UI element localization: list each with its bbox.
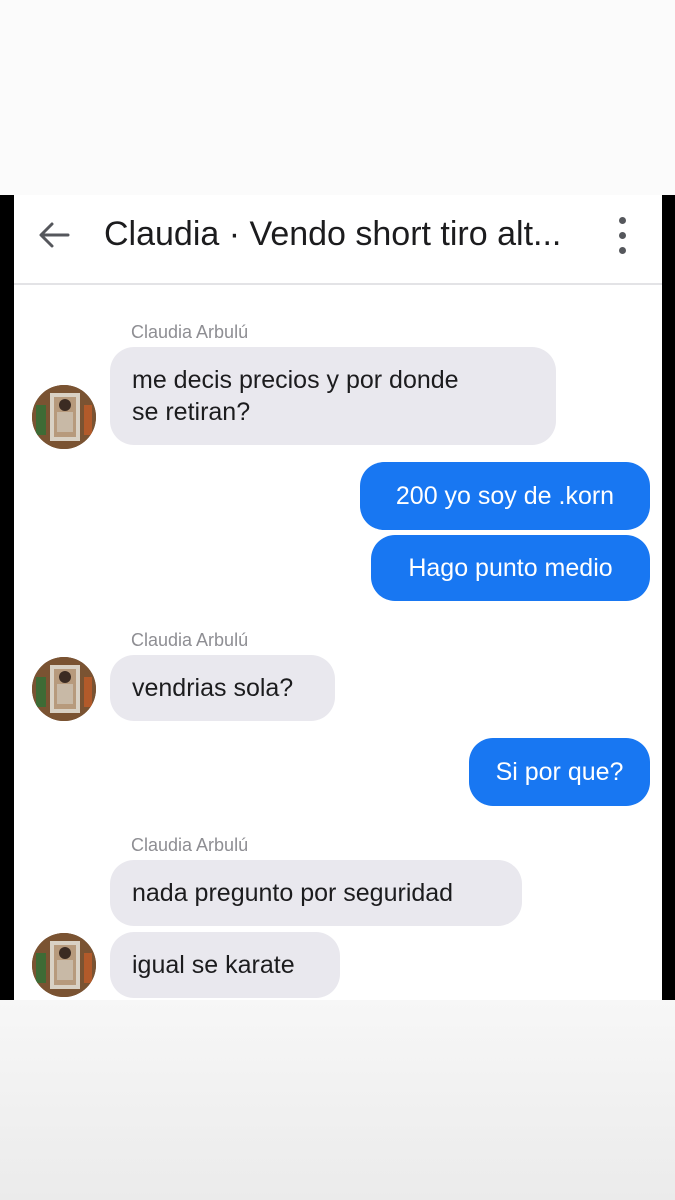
avatar[interactable] [32, 385, 96, 449]
chat-title: Claudia · Vendo short tiro alt... [104, 215, 562, 253]
sender-name: Claudia Arbulú [131, 630, 249, 650]
outgoing-message[interactable]: 200 yo soy de .korn [360, 462, 650, 530]
arrow-left-icon[interactable] [36, 217, 72, 253]
incoming-message[interactable]: nada pregunto por seguridad [110, 860, 522, 926]
incoming-message[interactable]: igual se karate [110, 932, 340, 998]
avatar[interactable] [32, 933, 96, 997]
incoming-message[interactable]: me decis precios y por donde se retiran? [110, 347, 556, 445]
phone-frame: Claudia · Vendo short tiro alt... Claudi… [0, 195, 675, 1000]
outgoing-message[interactable]: Hago punto medio [371, 535, 650, 601]
vertical-ellipsis-icon[interactable] [614, 217, 630, 257]
top-margin [0, 0, 675, 195]
message-text-line: me decis precios y por donde [132, 366, 459, 394]
bottom-margin [0, 1000, 675, 1200]
message-text-line: se retiran? [132, 398, 251, 426]
chat-header: Claudia · Vendo short tiro alt... [14, 195, 662, 285]
incoming-message[interactable]: vendrias sola? [110, 655, 335, 721]
sender-name: Claudia Arbulú [131, 322, 249, 342]
chat-screen: Claudia · Vendo short tiro alt... Claudi… [14, 195, 662, 1000]
outgoing-message[interactable]: Si por que? [469, 738, 650, 806]
avatar[interactable] [32, 657, 96, 721]
screenshot-page: Claudia · Vendo short tiro alt... Claudi… [0, 0, 675, 1200]
sender-name: Claudia Arbulú [131, 835, 249, 855]
